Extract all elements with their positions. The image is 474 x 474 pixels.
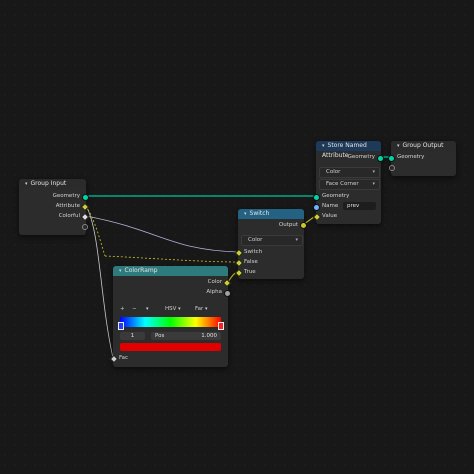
alpha-output-socket[interactable] (224, 290, 231, 297)
add-stop-button[interactable]: + (120, 305, 125, 313)
ramp-menu-chevron-icon[interactable]: ▾ (146, 305, 149, 313)
group-output-node[interactable]: ▾ Group Output Geometry (388, 141, 456, 176)
colorramp-title: ColorRamp (124, 267, 158, 274)
output-attribute-label: Attribute (55, 203, 80, 209)
store-input-value-label: Value (322, 213, 338, 219)
switch-node[interactable]: ▾ Switch Output Color ▾ Switch False True (234, 209, 307, 279)
stop-color-swatch[interactable] (120, 343, 221, 351)
chevron-down-icon: ▾ (205, 306, 208, 312)
switch-output-socket[interactable] (300, 222, 307, 229)
group-input-node[interactable]: ▾ Group Input Geometry Attribute Colorful (19, 179, 90, 235)
link-attribute (85, 205, 114, 359)
data-type-dropdown[interactable]: Color ▾ (319, 167, 380, 178)
group-output-title: Group Output (402, 142, 444, 149)
stop-position-field[interactable]: Pos 1.000 (151, 332, 221, 340)
store-geometry-output-socket[interactable] (377, 155, 384, 162)
switch-input-false-label: False (244, 259, 258, 265)
colorramp-fac-label: Fac (119, 355, 129, 361)
attribute-name-field[interactable]: prev (343, 202, 376, 210)
colorramp-color-label: Color (207, 279, 222, 285)
color-mode-value: HSV (165, 306, 177, 312)
switch-type-dropdown[interactable]: Color ▾ (241, 235, 303, 246)
switch-title: Switch (249, 210, 270, 217)
chevron-down-icon: ▾ (372, 169, 375, 175)
colorramp-node[interactable]: ▾ ColorRamp Color Alpha + − ▾ HSV ▾ Far ▾… (109, 266, 232, 367)
switch-input-true-label: True (244, 269, 256, 275)
interpolation-value: Far (195, 306, 204, 312)
group-output-geometry-label: Geometry (397, 154, 425, 160)
link-colorful (85, 215, 239, 253)
chevron-down-icon: ▾ (372, 181, 375, 187)
group-output-header[interactable]: ▾ Group Output (391, 141, 456, 151)
active-stop-index: 1 (130, 333, 135, 339)
store-output-label: Geometry (347, 154, 375, 160)
active-stop-index-field[interactable]: 1 (120, 332, 145, 340)
group-input-header[interactable]: ▾ Group Input (19, 179, 86, 189)
name-input-socket[interactable] (313, 204, 320, 211)
colorramp-header[interactable]: ▾ ColorRamp (113, 266, 228, 276)
color-ramp-gradient[interactable] (120, 317, 221, 327)
collapse-chevron-icon[interactable]: ▾ (322, 143, 325, 149)
collapse-chevron-icon[interactable]: ▾ (397, 143, 400, 149)
switch-output-label: Output (278, 222, 298, 228)
node-editor-canvas[interactable]: ▾ Group Input Geometry Attribute Colorful… (0, 0, 474, 474)
link-attribute-drop (85, 205, 106, 257)
store-header[interactable]: ▾ Store Named Attribute (316, 141, 381, 159)
store-geometry-input-socket[interactable] (313, 194, 320, 201)
collapse-chevron-icon[interactable]: ▾ (25, 181, 28, 187)
color-stop-right-handle[interactable] (218, 322, 224, 330)
store-named-attribute-node[interactable]: ▾ Store Named Attribute Geometry Color ▾ … (312, 141, 384, 224)
output-geometry-label: Geometry (52, 193, 80, 199)
switch-input-switch-label: Switch (244, 249, 263, 255)
remove-stop-button[interactable]: − (132, 305, 137, 313)
collapse-chevron-icon[interactable]: ▾ (244, 211, 247, 217)
output-colorful-label: Colorful (58, 213, 80, 219)
link-attribute-false (104, 255, 239, 263)
domain-dropdown[interactable]: Face Corner ▾ (319, 179, 380, 190)
pos-label: Pos (155, 333, 165, 339)
pos-value: 1.000 (201, 333, 217, 339)
store-input-name-label: Name (322, 203, 339, 209)
empty-input-socket[interactable] (389, 165, 395, 171)
group-output-geometry-socket[interactable] (388, 155, 395, 162)
interpolation-dropdown[interactable]: Far ▾ (195, 305, 208, 313)
node-links (85, 156, 391, 359)
store-input-geometry-label: Geometry (322, 193, 350, 199)
empty-output-socket[interactable] (82, 224, 88, 230)
color-mode-dropdown[interactable]: HSV ▾ (165, 305, 181, 313)
switch-type-value: Color (248, 237, 263, 243)
switch-header[interactable]: ▾ Switch (238, 209, 304, 219)
chevron-down-icon: ▾ (295, 237, 298, 243)
colorramp-alpha-label: Alpha (206, 289, 222, 295)
color-stop-left-handle[interactable] (118, 322, 124, 330)
data-type-value: Color (326, 169, 341, 175)
domain-value: Face Corner (326, 181, 359, 187)
group-input-title: Group Input (30, 180, 67, 187)
chevron-down-icon: ▾ (178, 306, 181, 312)
geometry-output-socket[interactable] (82, 194, 89, 201)
collapse-chevron-icon[interactable]: ▾ (119, 268, 122, 274)
